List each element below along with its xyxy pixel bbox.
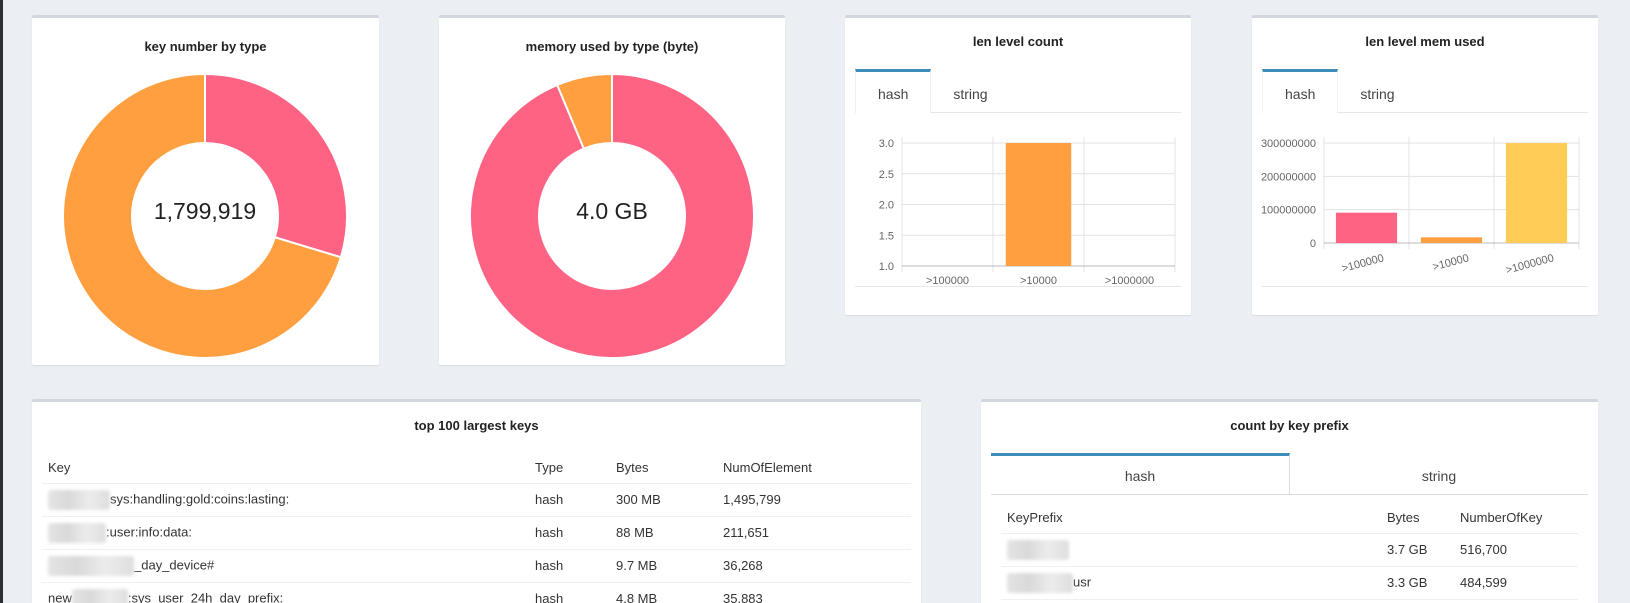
type-cell: hash bbox=[529, 516, 610, 550]
key-cell: _day_device# bbox=[42, 549, 529, 583]
num-cell: 36,268 bbox=[717, 549, 911, 583]
bytes-cell: 3.3 GB bbox=[1381, 566, 1454, 600]
memory-used-donut-chart: 4.0 GB bbox=[469, 72, 755, 359]
memory-used-card: memory used by type (byte) 4.0 GB bbox=[439, 15, 785, 365]
y-tick-label: 300000000 bbox=[1261, 138, 1316, 150]
count-by-prefix-tabs: hash string bbox=[991, 453, 1588, 495]
top-keys-card: top 100 largest keys Key Type Bytes NumO… bbox=[32, 399, 921, 603]
count-by-prefix-table-wrap: KeyPrefix Bytes NumberOfKey 3.7 GB 516,7… bbox=[981, 503, 1598, 600]
top-keys-title: top 100 largest keys bbox=[414, 418, 539, 433]
y-tick-label: 0 bbox=[1310, 238, 1316, 250]
window-left-edge bbox=[0, 0, 3, 603]
count-by-prefix-card: count by key prefix hash string KeyPrefi… bbox=[981, 399, 1598, 603]
col-bytes[interactable]: Bytes bbox=[610, 453, 717, 484]
count-cell: 484,599 bbox=[1454, 566, 1578, 600]
len-level-count-title: len level count bbox=[972, 34, 1064, 49]
key-number-title: key number by type bbox=[144, 39, 267, 54]
col-key[interactable]: Key bbox=[42, 453, 529, 484]
num-cell: 1,495,799 bbox=[717, 483, 911, 517]
y-tick-label: 1.5 bbox=[879, 230, 894, 242]
num-cell: 35,883 bbox=[717, 582, 911, 603]
col-num-of-element[interactable]: NumOfElement bbox=[717, 453, 911, 484]
len-level-mem-title: len level mem used bbox=[1365, 34, 1485, 49]
len-level-mem-card: len level mem used hash string 0 10000000… bbox=[1252, 15, 1598, 315]
redacted-prefix bbox=[1007, 572, 1073, 593]
len-level-count-tabs: hash string bbox=[855, 69, 1181, 113]
tab-string[interactable]: string bbox=[1338, 69, 1416, 112]
len-level-mem-tabs: hash string bbox=[1262, 69, 1588, 113]
y-tick-label: 100000000 bbox=[1261, 205, 1316, 217]
table-header-row: Key Type Bytes NumOfElement bbox=[42, 453, 911, 484]
bar-0[interactable] bbox=[1335, 212, 1398, 243]
y-tick-label: 2.5 bbox=[879, 169, 894, 181]
key-cell: sys:handling:gold:coins:lasting: bbox=[42, 483, 529, 517]
col-bytes[interactable]: Bytes bbox=[1381, 503, 1454, 534]
type-cell: hash bbox=[529, 549, 610, 583]
y-tick-label: 200000000 bbox=[1261, 171, 1316, 183]
x-tick-label: >1000000 bbox=[1505, 252, 1556, 276]
num-cell: 211,651 bbox=[717, 516, 911, 550]
bytes-cell: 300 MB bbox=[610, 483, 717, 517]
len-level-count-bar-chart: 1.01.52.02.53.0>100000 >10000 >1000000 bbox=[879, 137, 1176, 287]
count-by-prefix-title: count by key prefix bbox=[1230, 418, 1349, 433]
key-number-card: key number by type 1,799,919 bbox=[32, 15, 379, 365]
key-number-total: 1,799,919 bbox=[154, 198, 256, 224]
col-number-of-key[interactable]: NumberOfKey bbox=[1454, 503, 1578, 534]
table-row[interactable]: usr 3.3 GB 484,599 bbox=[1001, 566, 1578, 600]
tab-hash[interactable]: hash bbox=[991, 453, 1290, 494]
col-key-prefix[interactable]: KeyPrefix bbox=[1001, 503, 1381, 534]
redacted-key bbox=[71, 588, 128, 603]
tab-string[interactable]: string bbox=[931, 69, 1009, 112]
x-tick-label: >10000 bbox=[1431, 252, 1470, 273]
count-by-prefix-table: KeyPrefix Bytes NumberOfKey 3.7 GB 516,7… bbox=[1001, 503, 1578, 600]
prefix-cell: usr bbox=[1001, 566, 1381, 600]
bar-2[interactable] bbox=[1505, 143, 1568, 243]
y-tick-label: 2.0 bbox=[879, 200, 894, 212]
len-level-mem-footer-divider bbox=[1262, 286, 1588, 287]
table-row[interactable]: _day_device# hash 9.7 MB 36,268 bbox=[42, 549, 911, 583]
tab-string[interactable]: string bbox=[1290, 453, 1588, 494]
bytes-cell: 3.7 GB bbox=[1381, 533, 1454, 567]
table-row[interactable]: :user:info:data: hash 88 MB 211,651 bbox=[42, 516, 911, 550]
bar-1[interactable] bbox=[1005, 143, 1072, 266]
bytes-cell: 88 MB bbox=[610, 516, 717, 550]
bytes-cell: 9.7 MB bbox=[610, 549, 717, 583]
prefix-cell bbox=[1001, 533, 1381, 567]
type-cell: hash bbox=[529, 582, 610, 603]
y-tick-label: 1.0 bbox=[879, 261, 894, 273]
memory-used-title: memory used by type (byte) bbox=[525, 39, 699, 54]
x-tick-label: >100000 bbox=[1341, 252, 1386, 275]
table-header-row: KeyPrefix Bytes NumberOfKey bbox=[1001, 503, 1578, 534]
key-cell: new:sys_user_24h_day_prefix: bbox=[42, 582, 529, 603]
count-cell: 516,700 bbox=[1454, 533, 1578, 567]
y-tick-label: 3.0 bbox=[879, 138, 894, 150]
len-level-count-footer-divider bbox=[855, 286, 1181, 287]
bytes-cell: 4.8 MB bbox=[610, 582, 717, 603]
col-type[interactable]: Type bbox=[529, 453, 610, 484]
bar-1[interactable] bbox=[1420, 237, 1483, 243]
table-row[interactable]: sys:handling:gold:coins:lasting: hash 30… bbox=[42, 483, 911, 517]
tab-hash[interactable]: hash bbox=[855, 69, 932, 113]
donut-slice-hash[interactable] bbox=[204, 72, 348, 259]
top-keys-table: Key Type Bytes NumOfElement sys:handling… bbox=[42, 453, 911, 603]
key-cell: :user:info:data: bbox=[42, 516, 529, 550]
memory-used-total: 4.0 GB bbox=[576, 198, 648, 224]
top-keys-table-wrap: Key Type Bytes NumOfElement sys:handling… bbox=[32, 453, 921, 603]
redacted-key bbox=[48, 555, 134, 576]
redacted-key bbox=[48, 522, 106, 543]
key-number-donut-chart: 1,799,919 bbox=[62, 72, 348, 359]
type-cell: hash bbox=[529, 483, 610, 517]
table-row[interactable]: new:sys_user_24h_day_prefix: hash 4.8 MB… bbox=[42, 582, 911, 603]
redacted-prefix bbox=[1007, 539, 1069, 560]
redacted-key bbox=[48, 489, 110, 510]
tab-hash[interactable]: hash bbox=[1262, 69, 1339, 113]
len-level-mem-bar-chart: 0 100000000 200000000 300000000 >100000 >1000… bbox=[1261, 137, 1580, 277]
len-level-count-card: len level count hash string 1.0 1.5 2.0 2.5… bbox=[845, 15, 1191, 315]
table-row[interactable]: 3.7 GB 516,700 bbox=[1001, 533, 1578, 567]
